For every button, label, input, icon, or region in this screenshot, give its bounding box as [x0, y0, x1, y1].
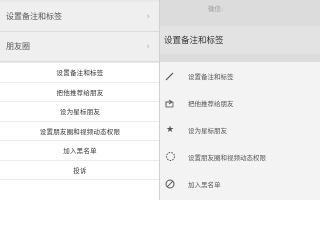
menu-recommend-label: 把他推荐给朋友 — [188, 99, 234, 108]
star-icon: ★ — [165, 124, 175, 135]
bottom-sheet: 设置备注和标签 把他推荐给朋友 ★ 设为星标朋友 设置朋友圈和视频动态权限 加入… — [160, 62, 320, 200]
bg-row-remark: 设置备注和标签 — [160, 26, 320, 54]
action-sheet: 设置备注和标签 把他推荐给朋友 设为星标朋友 设置朋友圈和视频动态权限 加入黑名… — [0, 63, 160, 200]
action-moments-permission-label: 设置朋友圈和视频动态权限 — [39, 127, 121, 136]
menu-blacklist[interactable]: 加入黑名单 — [160, 170, 320, 197]
left-panel: 设置备注和标签 › 朋友圈 › 设置备注和标签 把他推荐给朋友 设为星标朋友 设… — [0, 0, 160, 200]
menu-blacklist-label: 加入黑名单 — [188, 180, 221, 189]
menu-set-remark[interactable]: 设置备注和标签 — [160, 62, 320, 89]
bg-row-moments-label: 朋友圈 — [6, 42, 30, 51]
bg-row-moments: 朋友圈 › — [0, 32, 160, 62]
action-recommend[interactable]: 把他推荐给朋友 — [0, 83, 160, 102]
menu-moments-permission-label: 设置朋友圈和视频动态权限 — [188, 153, 266, 162]
action-star-friend-label: 设为星标朋友 — [59, 108, 101, 117]
edit-icon — [164, 70, 176, 82]
chevron-right-icon: › — [146, 11, 150, 22]
action-set-remark[interactable]: 设置备注和标签 — [0, 63, 160, 83]
action-moments-permission[interactable]: 设置朋友圈和视频动态权限 — [0, 122, 160, 141]
bg-row-remark-label: 设置备注和标签 — [6, 12, 62, 21]
moments-icon — [164, 151, 176, 163]
right-panel: 微信: 设置备注和标签 设置备注和标签 把他推荐给朋友 ★ 设为星标朋友 设置朋… — [160, 0, 320, 200]
action-set-remark-label: 设置备注和标签 — [56, 69, 104, 78]
action-blacklist-label: 加入黑名单 — [63, 147, 97, 156]
action-recommend-label: 把他推荐给朋友 — [56, 88, 104, 97]
bg-row-remark-label: 设置备注和标签 — [164, 36, 224, 46]
action-report-label: 投诉 — [73, 166, 87, 175]
action-report[interactable]: 投诉 — [0, 161, 160, 180]
chevron-right-icon: › — [146, 41, 150, 52]
action-star-friend[interactable]: 设为星标朋友 — [0, 102, 160, 122]
block-icon — [164, 178, 176, 190]
bg-row-remark: 设置备注和标签 › — [0, 2, 160, 32]
action-blacklist[interactable]: 加入黑名单 — [0, 141, 160, 161]
menu-star-friend-label: 设为星标朋友 — [188, 126, 227, 135]
menu-set-remark-label: 设置备注和标签 — [188, 72, 234, 81]
wechat-id-label: 微信: — [208, 5, 224, 13]
share-icon — [164, 97, 176, 109]
menu-star-friend[interactable]: ★ 设为星标朋友 — [160, 116, 320, 143]
menu-moments-permission[interactable]: 设置朋友圈和视频动态权限 — [160, 143, 320, 170]
menu-recommend[interactable]: 把他推荐给朋友 — [160, 89, 320, 116]
